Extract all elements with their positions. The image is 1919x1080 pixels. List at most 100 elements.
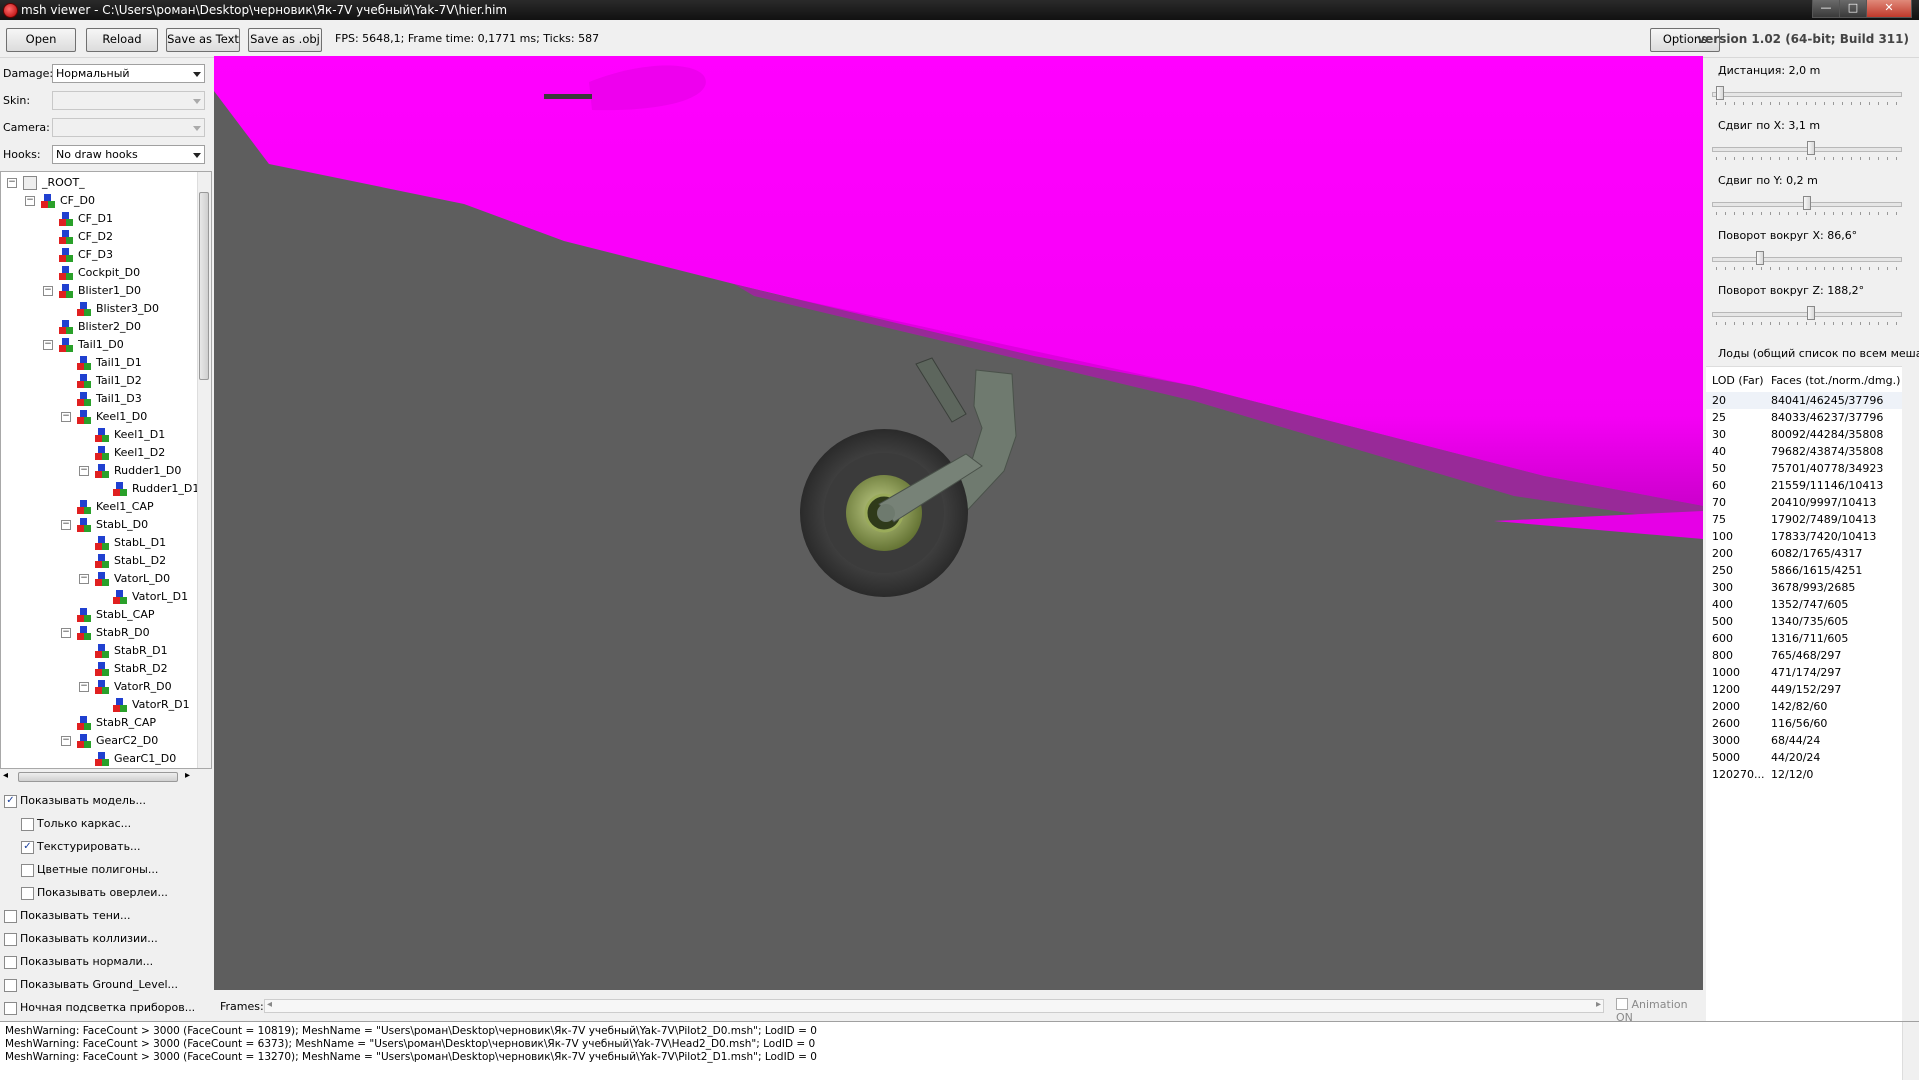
unchecked-box-icon[interactable] xyxy=(4,979,17,992)
tree-horizontal-scrollbar[interactable]: ◂ ▸ xyxy=(0,770,212,784)
collapse-icon[interactable]: − xyxy=(61,736,71,746)
collapse-icon[interactable]: − xyxy=(7,178,17,188)
mesh-icon xyxy=(59,338,73,352)
open-button[interactable]: Open xyxy=(6,28,76,52)
slider-thumb[interactable] xyxy=(1756,251,1764,265)
log-vertical-scrollbar[interactable] xyxy=(1902,1022,1919,1080)
collapse-icon[interactable]: − xyxy=(25,196,35,206)
slider-thumb[interactable] xyxy=(1716,86,1724,100)
lod-row[interactable]: 100 17833/7420/10413 xyxy=(1706,528,1902,545)
checked-box-icon[interactable]: ✓ xyxy=(4,795,17,808)
lod-row[interactable]: 30 80092/44284/35808 xyxy=(1706,426,1902,443)
mesh-hierarchy-tree[interactable]: − _ROOT_ − CF_D0 CF_D1 CF_D2 CF_D3 Cockpit_D0− B… xyxy=(0,171,212,769)
camera-slider[interactable] xyxy=(1712,251,1902,270)
collapse-icon[interactable]: − xyxy=(43,286,53,296)
lod-row[interactable]: 1000 471/174/297 xyxy=(1706,664,1902,681)
frames-left-arrow-icon[interactable]: ◂ xyxy=(267,999,272,1010)
lod-row[interactable]: 40 79682/43874/35808 xyxy=(1706,443,1902,460)
save-as-obj-button[interactable]: Save as .obj xyxy=(248,28,322,52)
skin-select[interactable] xyxy=(52,91,205,110)
fuselage-shape xyxy=(214,56,1703,506)
scroll-right-icon[interactable]: ▸ xyxy=(185,770,190,781)
lod-far: 25 xyxy=(1712,411,1726,424)
collapse-icon[interactable]: − xyxy=(79,574,89,584)
lod-list[interactable]: LOD (Far) Faces (tot./norm./dmg.) 20 8404… xyxy=(1706,366,1902,1023)
unchecked-box-icon[interactable] xyxy=(21,864,34,877)
lod-row[interactable]: 2600 116/56/60 xyxy=(1706,715,1902,732)
tree-node-label: Tail1_D0 xyxy=(78,338,124,351)
lod-row[interactable]: 60 21559/11146/10413 xyxy=(1706,477,1902,494)
slider-thumb[interactable] xyxy=(1807,141,1815,155)
lod-row[interactable]: 3000 68/44/24 xyxy=(1706,732,1902,749)
lod-row[interactable]: 5000 44/20/24 xyxy=(1706,749,1902,766)
unchecked-box-icon[interactable] xyxy=(21,818,34,831)
tree-scroll-thumb[interactable] xyxy=(199,192,209,380)
log-line: MeshWarning: FaceCount > 3000 (FaceCount… xyxy=(5,1051,817,1063)
unchecked-box-icon[interactable] xyxy=(4,910,17,923)
tree-hscroll-thumb[interactable] xyxy=(18,772,178,782)
collapse-icon[interactable]: − xyxy=(43,340,53,350)
unchecked-box-icon[interactable] xyxy=(4,956,17,969)
collapse-icon[interactable]: − xyxy=(79,466,89,476)
damage-select[interactable]: Нормальный xyxy=(52,64,205,83)
3d-viewport[interactable] xyxy=(214,56,1703,990)
log-panel[interactable]: MeshWarning: FaceCount > 3000 (FaceCount… xyxy=(0,1021,1919,1080)
tree-node-label: Keel1_D1 xyxy=(114,428,166,441)
mesh-icon xyxy=(113,698,127,712)
fps-readout: FPS: 5648,1; Frame time: 0,1771 ms; Tick… xyxy=(335,32,600,45)
frames-label: Frames: xyxy=(220,1000,264,1013)
slider-thumb[interactable] xyxy=(1803,196,1811,210)
animation-checkbox[interactable] xyxy=(1616,998,1628,1010)
maximize-button[interactable]: □ xyxy=(1839,0,1867,18)
slider-label: Дистанция: 2,0 m xyxy=(1718,64,1821,77)
frames-slider[interactable]: ◂ ▸ xyxy=(264,999,1604,1013)
unchecked-box-icon[interactable] xyxy=(4,1002,17,1015)
camera-slider[interactable] xyxy=(1712,306,1902,325)
lod-row[interactable]: 250 5866/1615/4251 xyxy=(1706,562,1902,579)
camera-label: Camera: xyxy=(3,121,50,134)
collapse-icon[interactable]: − xyxy=(61,520,71,530)
lod-row[interactable]: 2000 142/82/60 xyxy=(1706,698,1902,715)
chevron-down-icon xyxy=(193,72,201,77)
tree-node-label: VatorR_D0 xyxy=(114,680,172,693)
collapse-icon[interactable]: − xyxy=(61,412,71,422)
lod-caption: Лоды (общий список по всем мешам): xyxy=(1718,347,1919,360)
camera-slider[interactable] xyxy=(1712,141,1902,160)
slider-thumb[interactable] xyxy=(1807,306,1815,320)
frames-right-arrow-icon[interactable]: ▸ xyxy=(1596,999,1601,1010)
lod-row[interactable]: 500 1340/735/605 xyxy=(1706,613,1902,630)
checked-box-icon[interactable]: ✓ xyxy=(21,841,34,854)
lod-row[interactable]: 75 17902/7489/10413 xyxy=(1706,511,1902,528)
mesh-icon xyxy=(77,356,91,370)
lod-row[interactable]: 400 1352/747/605 xyxy=(1706,596,1902,613)
lod-row[interactable]: 600 1316/711/605 xyxy=(1706,630,1902,647)
lod-row[interactable]: 25 84033/46237/37796 xyxy=(1706,409,1902,426)
tree-node-label: Cockpit_D0 xyxy=(78,266,141,279)
lod-row[interactable]: 120270... 12/12/0 xyxy=(1706,766,1902,783)
tree-node-label: StabR_D1 xyxy=(114,644,168,657)
camera-slider[interactable] xyxy=(1712,86,1902,105)
close-button[interactable]: ✕ xyxy=(1866,0,1912,18)
collapse-icon[interactable]: − xyxy=(61,628,71,638)
lod-row[interactable]: 1200 449/152/297 xyxy=(1706,681,1902,698)
lod-far: 120270... xyxy=(1712,768,1765,781)
collapse-icon[interactable]: − xyxy=(79,682,89,692)
lod-row[interactable]: 70 20410/9997/10413 xyxy=(1706,494,1902,511)
unchecked-box-icon[interactable] xyxy=(4,933,17,946)
lod-row[interactable]: 50 75701/40778/34923 xyxy=(1706,460,1902,477)
save-as-text-button[interactable]: Save as Text xyxy=(166,28,240,52)
lod-faces: 6082/1765/4317 xyxy=(1771,547,1863,560)
tree-vertical-scrollbar[interactable] xyxy=(197,172,211,768)
lod-row[interactable]: 300 3678/993/2685 xyxy=(1706,579,1902,596)
minimize-button[interactable]: — xyxy=(1812,0,1840,18)
reload-button[interactable]: Reload xyxy=(86,28,158,52)
unchecked-box-icon[interactable] xyxy=(21,887,34,900)
hooks-select[interactable]: No draw hooks xyxy=(52,145,205,164)
camera-slider[interactable] xyxy=(1712,196,1902,215)
lod-faces: 84041/46245/37796 xyxy=(1771,394,1884,407)
lod-row[interactable]: 800 765/468/297 xyxy=(1706,647,1902,664)
lod-row[interactable]: 20 84041/46245/37796 xyxy=(1706,392,1902,409)
scroll-left-icon[interactable]: ◂ xyxy=(3,770,8,781)
lod-row[interactable]: 200 6082/1765/4317 xyxy=(1706,545,1902,562)
camera-select[interactable] xyxy=(52,118,205,137)
